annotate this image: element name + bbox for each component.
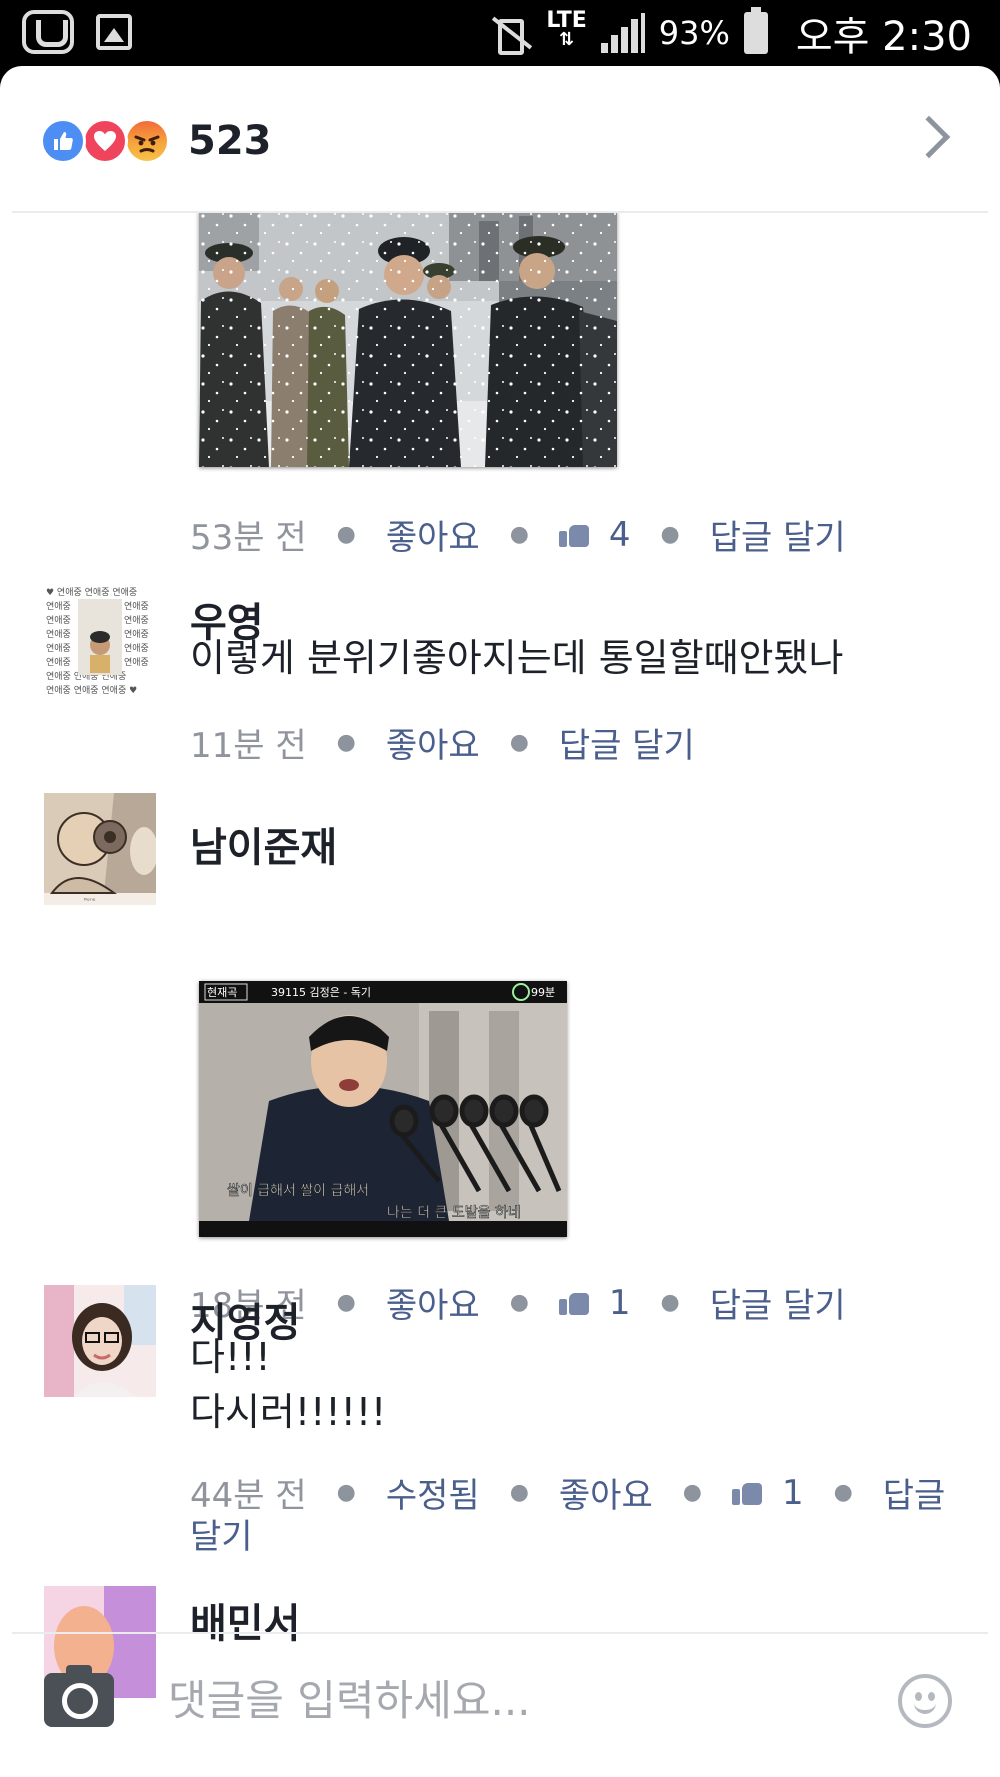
comment-time: 11분 전 xyxy=(190,726,307,766)
svg-text:연애중: 연애중 xyxy=(46,657,71,668)
avatar[interactable] xyxy=(44,1285,156,1397)
like-link[interactable]: 좋아요 xyxy=(559,1468,653,1517)
like-count[interactable]: 4 xyxy=(609,515,631,555)
reply-link[interactable]: 답글 달기 xyxy=(710,1278,846,1327)
like-count-icon xyxy=(558,1287,589,1315)
svg-text:♥ 연애중 연애중 연애중: ♥ 연애중 연애중 연애중 xyxy=(46,587,137,598)
comment-meta: 11분 전 ● 좋아요 ● 답글 달기 xyxy=(190,718,695,767)
reply-link-continued[interactable]: 달기 xyxy=(190,1509,253,1558)
reactions-header[interactable]: 523 xyxy=(0,66,1000,212)
comment-author[interactable]: 배민서 xyxy=(190,1591,300,1649)
svg-text:연애중: 연애중 xyxy=(124,657,149,668)
camera-icon[interactable] xyxy=(44,1665,114,1727)
like-count-icon xyxy=(558,519,589,547)
lyric-line-2: 나는 더 큰 도발을 하네 xyxy=(387,1205,521,1221)
svg-text:연애중: 연애중 xyxy=(124,643,149,654)
svg-text:연애중: 연애중 xyxy=(124,629,149,640)
svg-text:연애중 연애중 연애중 ♥: 연애중 연애중 연애중 ♥ xyxy=(46,685,137,696)
gallery-notification-icon xyxy=(96,14,132,50)
comment-image[interactable]: 현재곡 39115 김정은 - 독기 99분 쌀이 급해서 쌀이 급해서 나는 … xyxy=(199,981,567,1237)
status-bar: LTE ⇅ 93% 오후 2:30 xyxy=(0,0,1000,66)
reaction-count[interactable]: 523 xyxy=(188,118,272,164)
battery-icon xyxy=(743,7,768,54)
lyric-line-1: 쌀이 급해서 쌀이 급해서 xyxy=(227,1183,369,1199)
svg-text:연애중: 연애중 xyxy=(46,615,71,626)
edited-label[interactable]: 수정됨 xyxy=(386,1468,480,1517)
signal-icon xyxy=(600,13,645,53)
comment-author[interactable]: 남이준재 xyxy=(190,815,337,873)
comment-text-line-2: 다시러!!!!!! xyxy=(190,1390,387,1434)
svg-text:연애중: 연애중 xyxy=(46,643,71,654)
mute-icon xyxy=(486,15,532,55)
like-link[interactable]: 좋아요 xyxy=(386,510,480,559)
svg-text:연애중: 연애중 xyxy=(46,629,71,640)
angry-icon xyxy=(124,118,170,164)
comment-meta: 44분 전 ● 수정됨 ● 좋아요 ● 1 ● 답글 xyxy=(190,1468,945,1517)
comment-input[interactable] xyxy=(168,1668,868,1732)
reply-link[interactable]: 답글 xyxy=(883,1468,946,1517)
svg-text:연애중: 연애중 xyxy=(124,615,149,626)
svg-text:연애중: 연애중 xyxy=(124,601,149,612)
reply-link[interactable]: 답글 달기 xyxy=(559,718,695,767)
caption-title: 39115 김정은 - 독기 xyxy=(271,986,371,999)
comment-meta: 53분 전 ● 좋아요 ● 4 ● 답글 달기 xyxy=(190,510,846,559)
avatar[interactable]: ᴿᵉⁿᵉ xyxy=(44,793,156,905)
like-link[interactable]: 좋아요 xyxy=(386,1278,480,1327)
like-count[interactable]: 1 xyxy=(782,1473,804,1513)
composer-divider xyxy=(12,1632,988,1634)
like-icon xyxy=(40,118,86,164)
network-type: LTE ⇅ xyxy=(546,8,587,50)
app-notification-icon xyxy=(22,10,74,54)
comment-image[interactable] xyxy=(199,213,617,467)
comment-text: 이렇게 분위기좋아지는데 통일할때안됐나 xyxy=(190,636,844,680)
battery-percent: 93% xyxy=(658,14,730,52)
avatar[interactable]: ♥ 연애중 연애중 연애중 연애중 연애중 연애중 연애중 연애중 연애중 연애중 연애… xyxy=(44,585,156,697)
comments-panel: 523 53분 전 ● 좋아요 ● 4 ● 답글 달기 ♥ 연애중 연애중 연애… xyxy=(0,66,1000,1777)
svg-text:연애중: 연애중 xyxy=(46,601,71,612)
comment-list[interactable]: 53분 전 ● 좋아요 ● 4 ● 답글 달기 ♥ 연애중 연애중 연애중 연애… xyxy=(0,213,1000,1699)
svg-text:ᴿᵉⁿᵉ: ᴿᵉⁿᵉ xyxy=(84,897,96,905)
comment-text-line-1: 다!!! xyxy=(190,1335,271,1379)
comment-time: 53분 전 xyxy=(190,518,307,558)
love-icon xyxy=(82,118,128,164)
clock: 오후 2:30 xyxy=(795,14,972,60)
chevron-right-icon[interactable] xyxy=(907,115,951,159)
like-count-icon xyxy=(731,1477,762,1505)
reactions-summary[interactable]: 523 xyxy=(40,118,272,164)
comment-meta-wrap: 달기 xyxy=(190,1509,253,1558)
reply-link[interactable]: 답글 달기 xyxy=(710,510,846,559)
like-count[interactable]: 1 xyxy=(609,1283,631,1323)
emoji-icon[interactable] xyxy=(898,1674,952,1728)
caption-time: 99분 xyxy=(531,986,555,999)
like-link[interactable]: 좋아요 xyxy=(386,718,480,767)
caption-current: 현재곡 xyxy=(207,986,237,999)
